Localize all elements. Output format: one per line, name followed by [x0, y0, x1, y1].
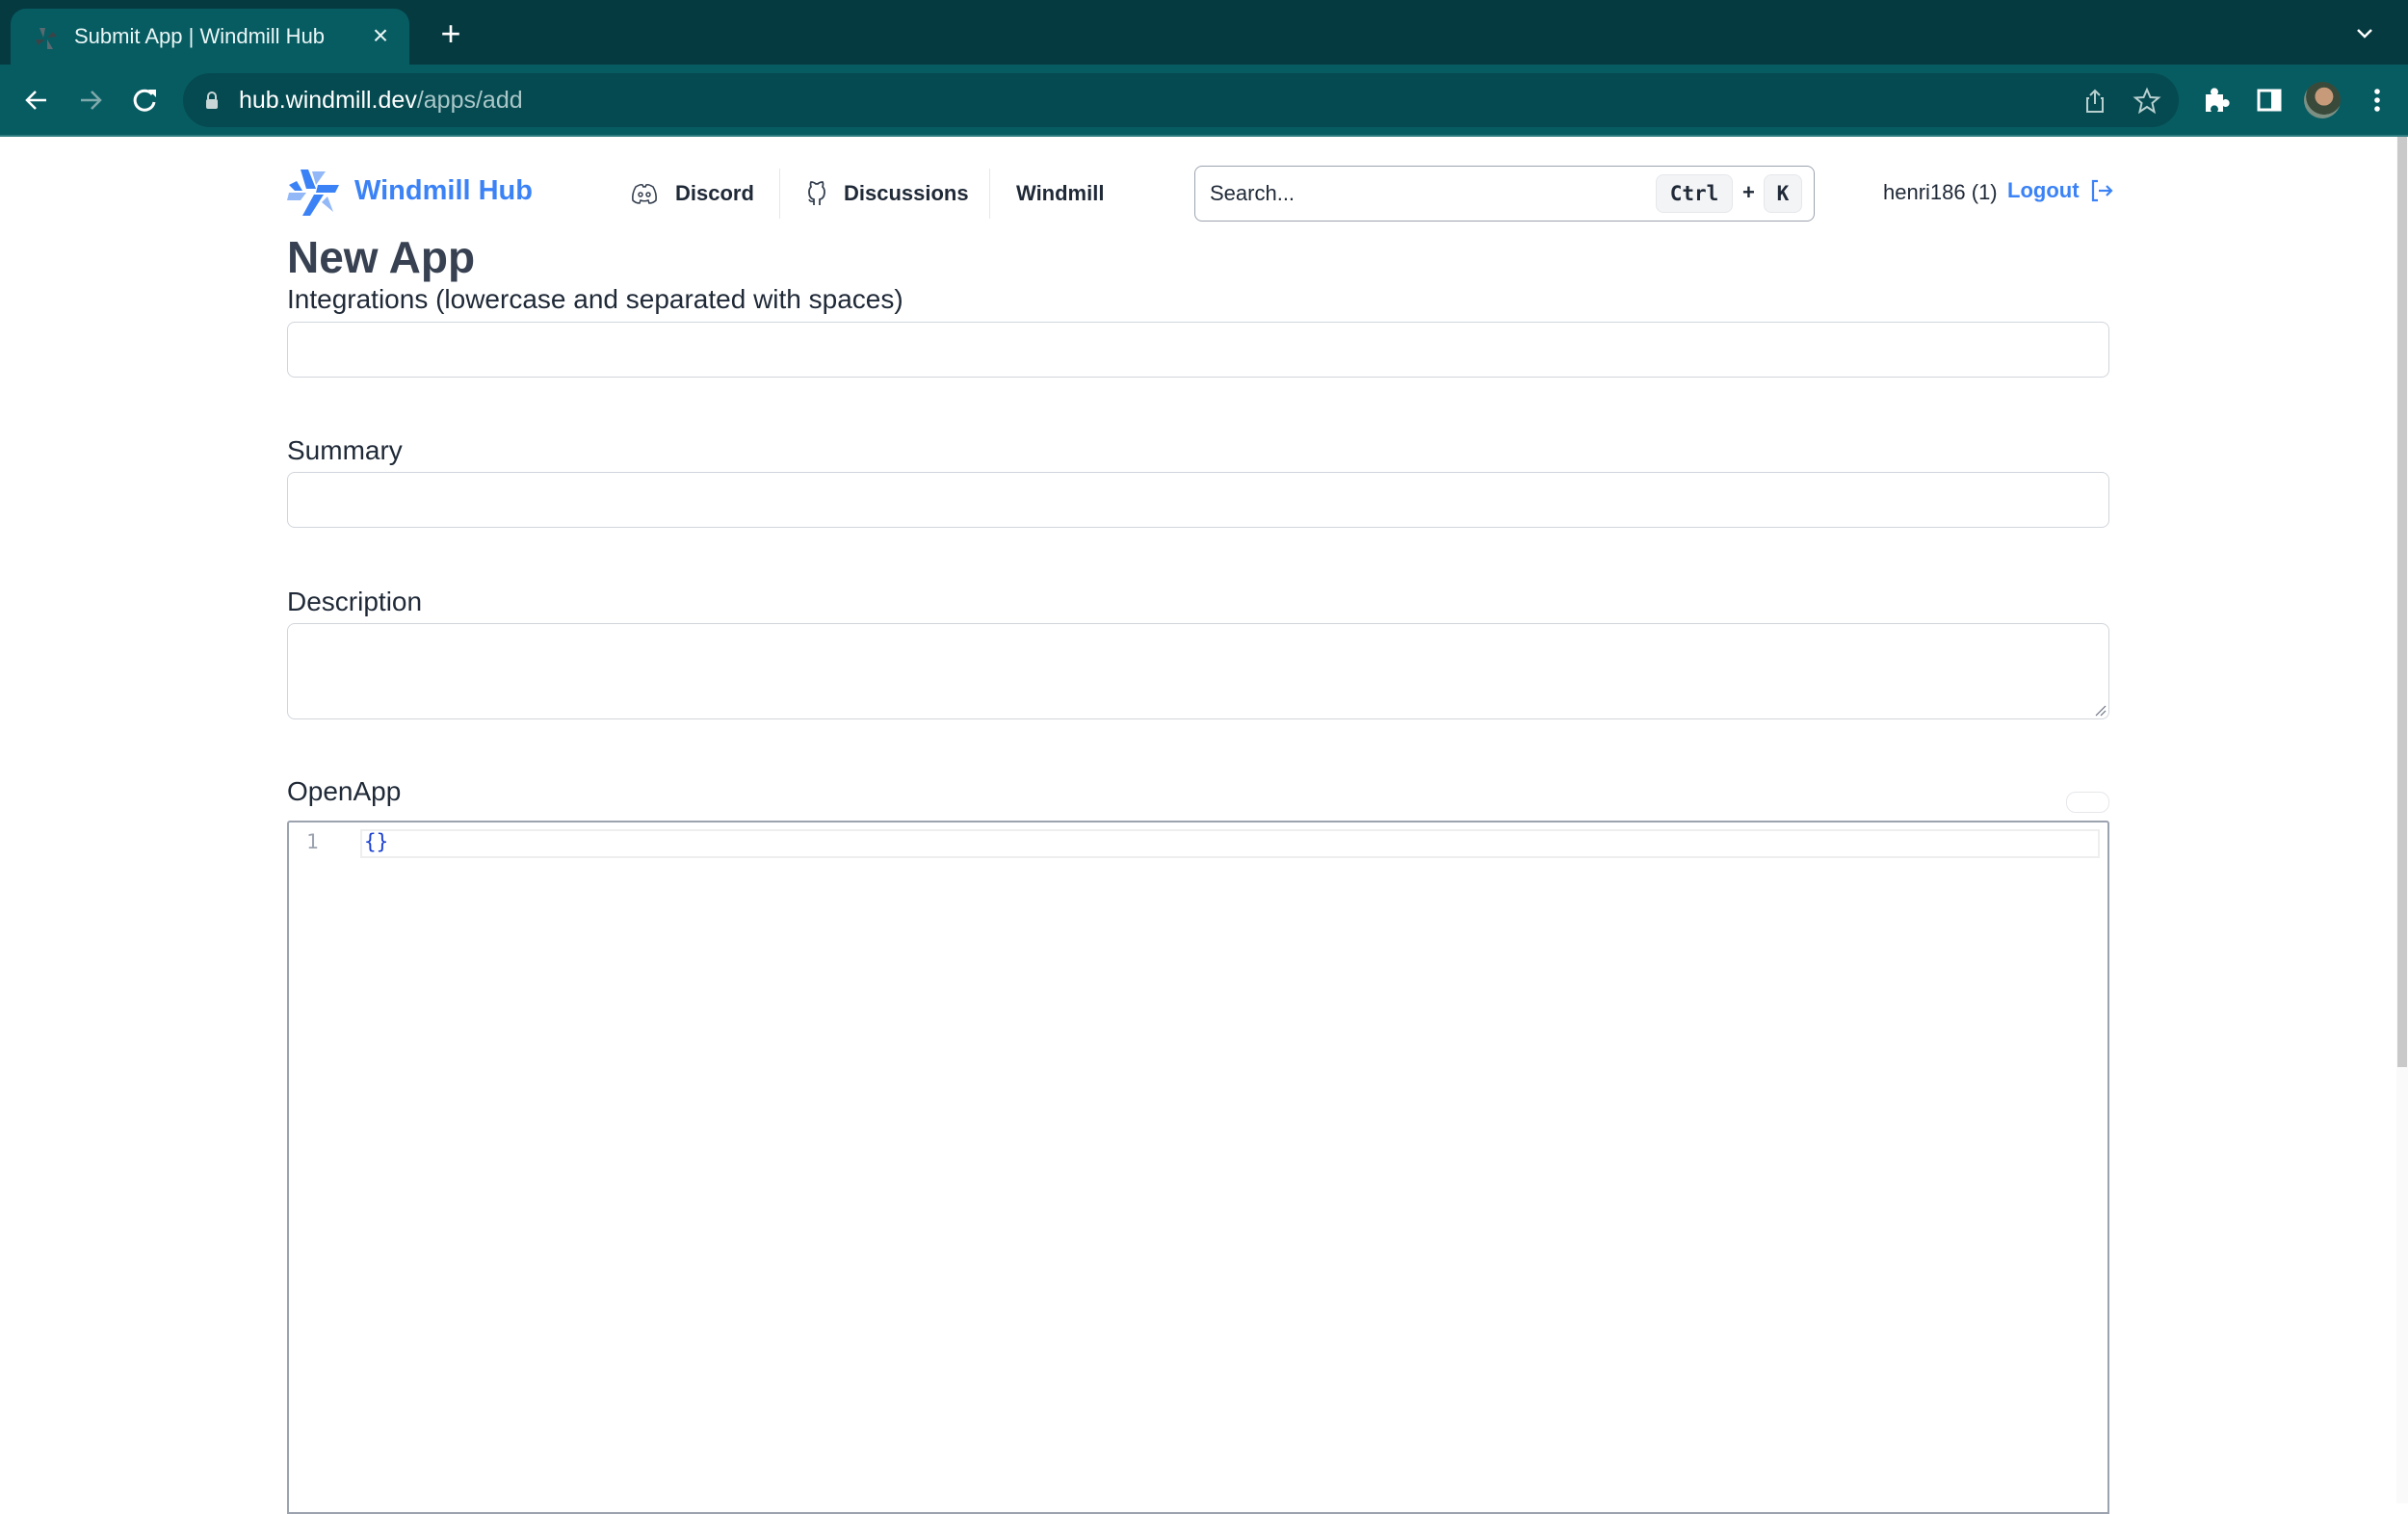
star-icon[interactable] [2133, 87, 2161, 116]
nav-discord[interactable]: Discord [631, 164, 754, 223]
code-line[interactable]: {} [364, 830, 388, 853]
url-text: hub.windmill.dev/apps/add [239, 87, 523, 115]
logout-button[interactable]: Logout [2007, 178, 2114, 203]
logout-label: Logout [2007, 178, 2080, 202]
shortcut-key-k: K [1764, 174, 1802, 213]
nav-divider [989, 169, 990, 219]
close-tab-icon[interactable]: × [365, 20, 396, 51]
github-icon [808, 181, 825, 205]
site-header: Windmill Hub Discord Discussions Windmil… [287, 164, 2113, 223]
page-content: Windmill Hub Discord Discussions Windmil… [0, 137, 2396, 1514]
shortcut-plus: + [1742, 180, 1755, 204]
windmill-favicon-icon [36, 28, 57, 49]
browser-tab-strip: Submit App | Windmill Hub × + [0, 0, 2408, 65]
new-tab-button[interactable]: + [433, 16, 468, 52]
kebab-menu-icon[interactable] [2358, 81, 2396, 119]
lock-icon [206, 91, 218, 109]
nav-discussions[interactable]: Discussions [807, 164, 969, 223]
openapp-label: OpenApp [287, 776, 402, 806]
integrations-label: Integrations (lowercase and separated wi… [287, 284, 903, 314]
search-input[interactable]: Search... Ctrl + K [1194, 166, 1815, 222]
nav-divider [779, 169, 780, 219]
url-path: /apps/add [416, 87, 523, 114]
openapp-code-editor[interactable]: 1 {} [287, 821, 2109, 1514]
profile-avatar[interactable] [2304, 82, 2341, 118]
chevron-down-icon[interactable] [2350, 19, 2379, 48]
search-placeholder: Search... [1210, 181, 1296, 205]
tab-title: Submit App | Windmill Hub [74, 24, 326, 48]
nav-windmill-label: Windmill [1016, 181, 1105, 205]
browser-tab[interactable]: Submit App | Windmill Hub × [11, 9, 409, 65]
summary-input[interactable] [287, 472, 2109, 528]
current-line-highlight [360, 829, 2100, 858]
page-title: New App [287, 232, 476, 282]
brand-name[interactable]: Windmill Hub [354, 175, 533, 207]
summary-label: Summary [287, 435, 403, 465]
page-scrollbar[interactable] [2396, 137, 2408, 1503]
url-host: hub.windmill.dev [239, 87, 417, 114]
arrow-left-icon[interactable] [17, 81, 56, 119]
nav-discord-label: Discord [675, 181, 754, 205]
nav-windmill[interactable]: Windmill [1016, 164, 1104, 223]
editor-option-button[interactable] [2066, 792, 2109, 813]
share-icon[interactable] [2081, 87, 2109, 116]
integrations-input[interactable] [287, 322, 2109, 378]
line-number: 1 [306, 830, 319, 853]
description-label: Description [287, 587, 423, 616]
logout-icon [2091, 179, 2113, 202]
description-textarea[interactable] [287, 623, 2109, 719]
reload-icon[interactable] [125, 81, 164, 119]
resize-handle-icon[interactable] [2093, 703, 2107, 717]
side-panel-icon[interactable] [2250, 81, 2289, 119]
username: henri186 (1) [1883, 180, 1998, 204]
discord-icon [632, 183, 657, 204]
puzzle-icon[interactable] [2196, 81, 2235, 119]
scrollbar-thumb[interactable] [2397, 137, 2407, 1067]
nav-discussions-label: Discussions [844, 181, 969, 205]
shortcut-key-ctrl: Ctrl [1656, 174, 1733, 213]
browser-toolbar: hub.windmill.dev/apps/add [0, 65, 2408, 135]
address-bar[interactable]: hub.windmill.dev/apps/add [183, 73, 2179, 127]
windmill-logo-icon[interactable] [287, 168, 339, 218]
arrow-right-icon[interactable] [71, 81, 110, 119]
